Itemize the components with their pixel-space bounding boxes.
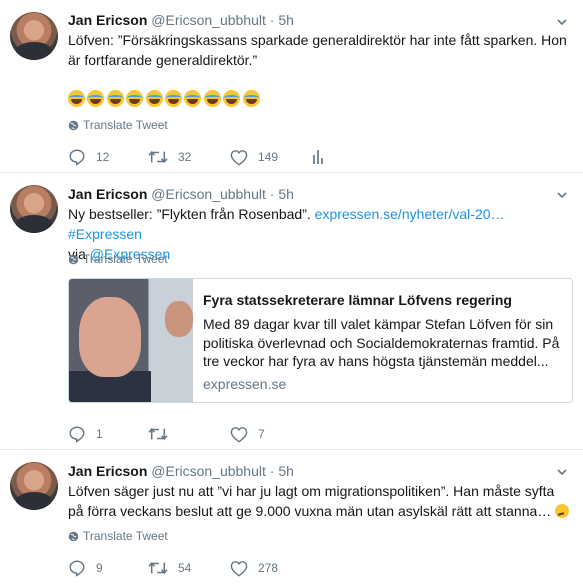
like-count: 278 — [258, 561, 279, 575]
separator-dot: · — [269, 186, 275, 202]
link-card[interactable]: Fyra statssekreterare lämnar Löfvens reg… — [68, 278, 573, 403]
reply-count: 9 — [96, 561, 103, 575]
like-icon — [230, 426, 248, 443]
fullname[interactable]: Jan Ericson — [68, 186, 147, 202]
avatar[interactable] — [10, 12, 58, 60]
retweet-button[interactable]: 54 — [148, 558, 191, 578]
laughing-emoji-icon — [223, 90, 241, 107]
tweet-1[interactable]: Jan Ericson @Ericson_ubbhult · 5h Löfven… — [0, 0, 583, 173]
like-icon — [230, 560, 248, 577]
tweet-header: Jan Ericson @Ericson_ubbhult · 5h — [68, 463, 294, 479]
like-count: 7 — [258, 427, 265, 441]
translate-tweet-link[interactable]: Translate Tweet — [68, 529, 168, 543]
reply-button[interactable]: 9 — [68, 558, 103, 578]
card-image — [69, 279, 193, 402]
laughing-emoji-icon — [203, 90, 221, 107]
tweet-actions: 9 54 278 — [68, 558, 348, 578]
fullname[interactable]: Jan Ericson — [68, 463, 147, 479]
analytics-button[interactable] — [312, 147, 334, 167]
tweet-text-body: Löfven säger just nu att ”vi har ju lagt… — [68, 483, 555, 519]
card-domain: expressen.se — [203, 375, 287, 392]
card-description: Med 89 dagar kvar till valet kämpar Stef… — [203, 316, 560, 369]
like-button[interactable]: 149 — [230, 147, 278, 167]
timestamp[interactable]: 5h — [278, 12, 294, 28]
translate-label: Translate Tweet — [83, 252, 168, 266]
tweet-actions: 12 32 149 — [68, 147, 348, 167]
username[interactable]: @Ericson_ubbhult — [151, 186, 266, 202]
card-body: Fyra statssekreterare lämnar Löfvens reg… — [203, 291, 563, 392]
tweet-header: Jan Ericson @Ericson_ubbhult · 5h — [68, 12, 294, 28]
retweet-icon — [148, 427, 168, 441]
username[interactable]: @Ericson_ubbhult — [151, 463, 266, 479]
analytics-icon — [313, 150, 323, 164]
like-count: 149 — [258, 150, 279, 164]
laughing-emoji-icon — [164, 90, 182, 107]
tweet-2[interactable]: Jan Ericson @Ericson_ubbhult · 5h Ny bes… — [0, 173, 583, 450]
reply-button[interactable]: 12 — [68, 147, 109, 167]
tweet-header: Jan Ericson @Ericson_ubbhult · 5h — [68, 186, 294, 202]
username[interactable]: @Ericson_ubbhult — [151, 12, 266, 28]
laughing-emoji-icon — [106, 90, 124, 107]
tweet-text: Löfven: ”Försäkringskassans sparkade gen… — [68, 32, 567, 68]
retweet-button[interactable] — [148, 424, 178, 444]
reply-count: 1 — [96, 427, 103, 441]
laughing-emoji-icon — [242, 90, 260, 107]
chevron-down-icon[interactable] — [557, 467, 567, 477]
retweet-count: 54 — [178, 561, 192, 575]
emoji-row — [68, 90, 262, 107]
reply-count: 12 — [96, 150, 110, 164]
translate-tweet-link[interactable]: Translate Tweet — [68, 252, 168, 266]
thinking-face-emoji-icon — [555, 504, 570, 518]
avatar[interactable] — [10, 462, 58, 510]
like-button[interactable]: 7 — [230, 424, 265, 444]
reply-icon — [69, 560, 85, 577]
translate-label: Translate Tweet — [83, 118, 168, 132]
tweet-3[interactable]: Jan Ericson @Ericson_ubbhult · 5h Löfven… — [0, 450, 583, 584]
laughing-emoji-icon — [126, 90, 144, 107]
laughing-emoji-icon — [68, 90, 85, 107]
separator-dot: · — [269, 463, 275, 479]
translate-tweet-link[interactable]: Translate Tweet — [68, 118, 168, 132]
retweet-button[interactable]: 32 — [148, 147, 191, 167]
avatar[interactable] — [10, 185, 58, 233]
retweet-icon — [148, 561, 168, 575]
card-title: Fyra statssekreterare lämnar Löfvens reg… — [203, 292, 512, 308]
reply-button[interactable]: 1 — [68, 424, 103, 444]
globe-icon — [68, 254, 79, 265]
tweet-text: Löfven säger just nu att ”vi har ju lagt… — [68, 481, 573, 521]
retweet-count: 32 — [178, 150, 192, 164]
article-link[interactable]: expressen.se/nyheter/val-20… — [315, 206, 505, 222]
reply-icon — [69, 149, 85, 166]
chevron-down-icon[interactable] — [557, 190, 567, 200]
separator-dot: · — [269, 12, 275, 28]
globe-icon — [68, 120, 79, 131]
tweet-text-prefix: Ny bestseller: ”Flykten från Rosenbad”. — [68, 206, 315, 222]
reply-icon — [69, 426, 85, 443]
timestamp[interactable]: 5h — [278, 186, 294, 202]
like-button[interactable]: 278 — [230, 558, 278, 578]
globe-icon — [68, 531, 79, 542]
translate-label: Translate Tweet — [83, 529, 168, 543]
fullname[interactable]: Jan Ericson — [68, 12, 147, 28]
laughing-emoji-icon — [145, 90, 163, 107]
tweet-actions: 1 7 — [68, 424, 348, 444]
hashtag-link[interactable]: #Expressen — [68, 226, 142, 242]
laughing-emoji-icon — [184, 90, 202, 107]
like-icon — [230, 149, 248, 166]
retweet-icon — [148, 150, 168, 164]
laughing-emoji-icon — [87, 90, 105, 107]
chevron-down-icon[interactable] — [557, 17, 567, 27]
timestamp[interactable]: 5h — [278, 463, 294, 479]
